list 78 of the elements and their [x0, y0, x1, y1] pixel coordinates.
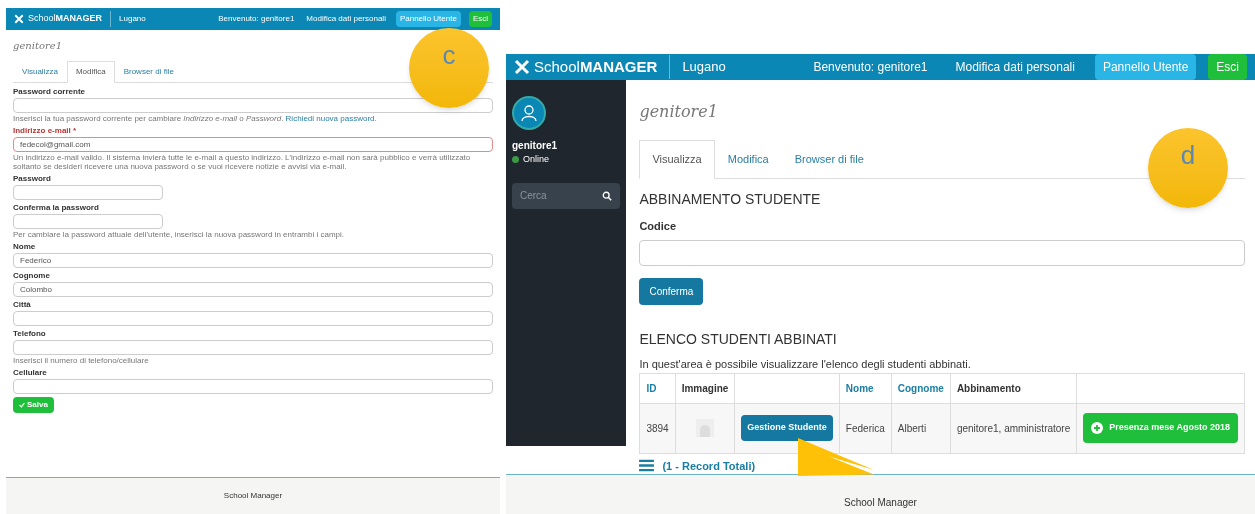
confirm-button[interactable]: Conferma: [639, 278, 704, 305]
input-field[interactable]: [13, 379, 493, 394]
page-title: genitore1: [13, 39, 64, 53]
sortable-column-header[interactable]: ID: [639, 373, 676, 403]
input-field[interactable]: [13, 340, 493, 355]
logo-text: SchoolMANAGER: [28, 12, 103, 26]
field-label: Cellulare: [13, 368, 48, 378]
nav-link[interactable]: Benvenuto: genitore1: [813, 58, 928, 76]
status-label: Online: [523, 153, 549, 166]
tools-icon: [514, 59, 530, 75]
nav-link[interactable]: Modifica dati personali: [955, 58, 1075, 76]
page-title: genitore1: [639, 101, 719, 123]
field-label: Codice: [639, 218, 678, 234]
help-text: Per cambiare la password attuale dell'utente, inserisci la nuova password in entrambi i campi.: [13, 230, 346, 239]
nav-link[interactable]: Benvenuto: genitore1: [218, 13, 295, 25]
input-field[interactable]: [13, 214, 163, 229]
logo-text: SchoolMANAGER: [534, 56, 658, 77]
column-header: Immagine: [675, 373, 735, 403]
sortable-column-header[interactable]: Nome: [839, 373, 892, 403]
header-button[interactable]: Esci: [1208, 54, 1247, 80]
field-label: Città: [13, 300, 32, 310]
logo[interactable]: SchoolMANAGER: [514, 55, 658, 79]
footer-text: School Manager: [844, 496, 917, 510]
tab[interactable]: Visualizza: [13, 61, 67, 83]
attendance-button[interactable]: Presenza mese Agosto 2018: [1083, 413, 1238, 443]
table-cell: 3894: [639, 403, 676, 453]
column-header: Abbinamento: [950, 373, 1077, 403]
search-input[interactable]: Cerca: [520, 188, 590, 203]
user-name: genitore1: [512, 139, 558, 153]
sortable-column-header[interactable]: Cognome: [891, 373, 951, 403]
input-field[interactable]: fedecol@gmail.com: [13, 137, 493, 152]
search-field[interactable]: Cerca: [512, 182, 621, 209]
input-field[interactable]: Colombo: [13, 282, 493, 297]
list-icon: [639, 459, 655, 473]
input-field[interactable]: [13, 185, 163, 200]
description-text: In quest'area è possibile visualizzare l'elenco degli studenti abbinati.: [639, 357, 972, 372]
footer-text: School Manager: [223, 490, 283, 502]
city-label: Lugano: [119, 13, 146, 25]
help-text: Inserisci il numero di telefono/cellulare: [13, 356, 150, 365]
table-cell: Alberti: [891, 403, 951, 453]
tools-icon: [14, 14, 24, 24]
section-heading: ABBINAMENTO STUDENTE: [639, 189, 822, 209]
plus-circle-icon: [1091, 422, 1104, 434]
section-heading: ELENCO STUDENTI ABBINATI: [639, 330, 838, 349]
record-total-link[interactable]: (1 - Record Totali): [662, 457, 756, 474]
tab[interactable]: Browser di file: [781, 140, 877, 179]
letter-badge: d: [1148, 128, 1228, 208]
tab[interactable]: Modifica: [714, 140, 782, 179]
nav-link[interactable]: Modifica dati personali: [306, 13, 386, 25]
request-password-link[interactable]: Richiedi nuova password.: [285, 114, 377, 123]
tab[interactable]: Modifica: [66, 61, 115, 83]
save-button[interactable]: Salva: [13, 397, 54, 413]
logo[interactable]: SchoolMANAGER: [14, 12, 103, 26]
code-input-field[interactable]: [639, 240, 1245, 266]
help-text: Inserisci la tua password corrente per cambiare Indirizzo e-mail o Password. Richiedi nuova password.: [13, 114, 378, 123]
table-cell: genitore1, amministratore: [950, 403, 1077, 453]
manage-student-button[interactable]: Gestione Studente: [741, 415, 833, 441]
tab[interactable]: Visualizza: [639, 140, 715, 179]
city-label: Lugano: [682, 58, 726, 77]
field-label: Cognome: [13, 271, 51, 281]
field-label: Password corrente: [13, 87, 87, 97]
search-icon: [602, 190, 613, 201]
help-text: Un indirizzo e-mail valido. Il sistema invierà tutte le e-mail a questo indirizzo. L'indirizzo e-mail non sarà pubblico e verrà utilizzato soltanto se desideri ricevere una nuova password o se vuoi ricevere notizie e avvisi via e-mail.: [13, 153, 472, 171]
table-cell: Federica: [839, 403, 892, 453]
input-field[interactable]: Federico: [13, 253, 493, 268]
field-label: Password: [13, 174, 52, 184]
field-label: Indirizzo e-mail *: [13, 126, 78, 136]
input-field[interactable]: [13, 311, 493, 326]
tab[interactable]: Browser di file: [114, 61, 183, 83]
input-field[interactable]: [13, 98, 493, 113]
field-label: Conferma la password: [13, 203, 100, 213]
field-label: Nome: [13, 242, 37, 252]
field-label: Telefono: [13, 329, 47, 339]
avatar-icon: [512, 96, 546, 130]
avatar-placeholder-icon: [696, 419, 714, 437]
check-icon: [19, 402, 25, 408]
header-button[interactable]: Esci: [468, 11, 492, 27]
letter-badge: c: [409, 28, 489, 108]
